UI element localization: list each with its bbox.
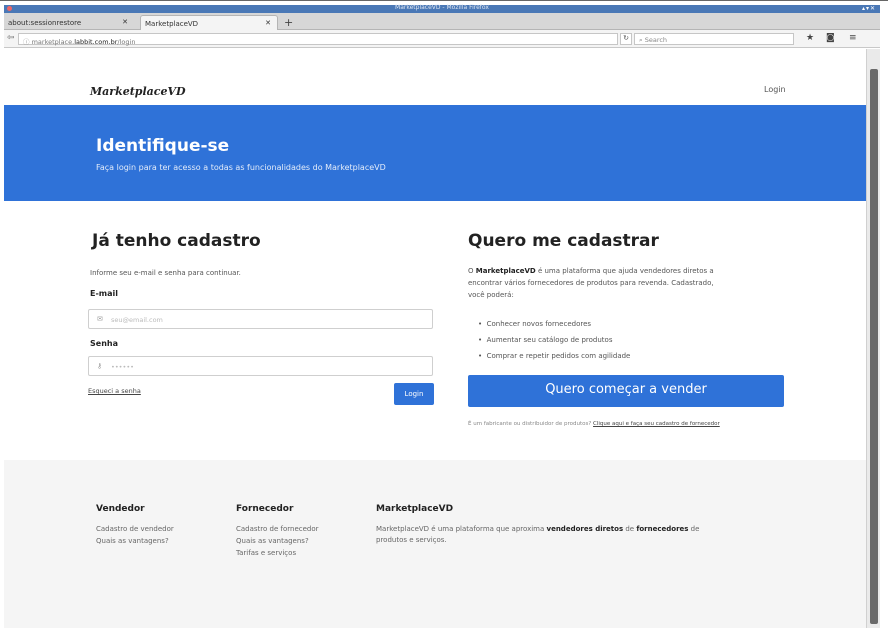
footer-about-text: MarketplaceVD é uma plataforma que aprox… xyxy=(376,524,776,546)
tab-session-restore[interactable]: about:sessionrestore ✕ xyxy=(4,15,134,30)
desc-brand: MarketplaceVD xyxy=(475,267,536,275)
about-bold: fornecedores xyxy=(636,525,689,533)
benefit-item: • Conhecer novos fornecedores xyxy=(478,320,592,328)
browser-window: MarketplaceVD - Mozilla Firefox ▴▾✕ abou… xyxy=(0,0,888,628)
about-text: produtos e serviços. xyxy=(376,536,447,544)
url-bar[interactable]: ⓘ marketplace.labbit.com.br/login xyxy=(18,33,618,46)
header-login-link[interactable]: Login xyxy=(764,85,786,94)
footer-link[interactable]: Quais as vantagens? xyxy=(236,536,309,547)
nav-bar: ⇦ ⓘ marketplace.labbit.com.br/login ↻ ⌕ … xyxy=(4,30,880,48)
back-icon[interactable]: ⇦ xyxy=(7,33,15,43)
site-header: MarketplaceVD Login xyxy=(4,49,866,105)
signup-title: Quero me cadastrar xyxy=(468,231,659,251)
hero-subtitle: Faça login para ter acesso a todas as fu… xyxy=(96,163,386,172)
benefit-item: • Comprar e repetir pedidos com agilidad… xyxy=(478,352,631,360)
about-text: de xyxy=(623,525,637,533)
about-text: MarketplaceVD é uma plataforma que aprox… xyxy=(376,525,547,533)
footer-fornecedor-title: Fornecedor xyxy=(236,504,294,514)
menu-icon[interactable]: ≡ xyxy=(849,33,857,43)
envelope-icon: ✉ xyxy=(97,315,103,323)
site-logo[interactable]: MarketplaceVD xyxy=(90,85,186,98)
title-bar: MarketplaceVD - Mozilla Firefox ▴▾✕ xyxy=(4,4,880,13)
footer-link[interactable]: Quais as vantagens? xyxy=(96,536,169,547)
email-field[interactable]: ✉ seu@email.com xyxy=(88,309,433,329)
search-placeholder: Search xyxy=(644,36,668,44)
page-scrollbar[interactable] xyxy=(866,49,880,628)
web-page: MarketplaceVD Login Identifique-se Faça … xyxy=(4,49,866,628)
about-text: de xyxy=(688,525,700,533)
url-path: /login xyxy=(117,38,136,46)
about-bold: vendedores diretos xyxy=(546,525,624,533)
new-tab-icon[interactable]: + xyxy=(284,16,293,29)
benefit-item: • Aumentar seu catálogo de produtos xyxy=(478,336,613,344)
desc-text: encontrar vários fornecedores de produto… xyxy=(468,279,714,287)
pocket-icon[interactable]: ◙ xyxy=(826,33,835,43)
url-host: labbit.com.br xyxy=(74,38,118,46)
login-title: Já tenho cadastro xyxy=(92,231,261,251)
reload-icon[interactable]: ↻ xyxy=(620,33,632,45)
desc-text: você poderá: xyxy=(468,291,514,299)
password-field[interactable]: ⚷ •••••• xyxy=(88,356,433,376)
url-prefix: marketplace. xyxy=(31,38,75,46)
close-icon[interactable]: ✕ xyxy=(122,18,128,26)
login-button[interactable]: Login xyxy=(394,383,434,405)
search-input[interactable]: ⌕ Search xyxy=(634,33,794,45)
desc-text: O xyxy=(468,267,476,275)
footer-link[interactable]: Tarifas e serviços xyxy=(236,548,296,559)
scroll-thumb[interactable] xyxy=(870,69,878,624)
supplier-signup-link[interactable]: Clique aqui e faça seu cadastro de forne… xyxy=(593,421,720,427)
benefit-text: Conhecer novos fornecedores xyxy=(486,320,592,328)
benefit-text: Comprar e repetir pedidos com agilidade xyxy=(486,352,631,360)
login-intro: Informe seu e-mail e senha para continua… xyxy=(90,269,241,277)
close-icon[interactable]: ✕ xyxy=(265,19,271,27)
window-title: MarketplaceVD - Mozilla Firefox xyxy=(395,4,489,11)
footer-vendedor-title: Vendedor xyxy=(96,504,145,514)
hero-title: Identifique-se xyxy=(96,136,230,156)
window-controls[interactable]: ▴▾✕ xyxy=(862,5,876,12)
key-icon: ⚷ xyxy=(97,362,103,370)
benefit-text: Aumentar seu catálogo de produtos xyxy=(486,336,613,344)
manufacturer-note: É um fabricante ou distribuidor de produ… xyxy=(468,421,720,427)
tab-bar: about:sessionrestore ✕ MarketplaceVD ✕ + xyxy=(4,13,880,30)
bookmark-star-icon[interactable]: ★ xyxy=(806,33,814,43)
tab-label: MarketplaceVD xyxy=(145,20,199,28)
forgot-password-link[interactable]: Esqueci a senha xyxy=(88,387,141,395)
hero-banner: Identifique-se Faça login para ter acess… xyxy=(4,105,866,201)
tab-marketplace[interactable]: MarketplaceVD ✕ xyxy=(140,15,278,30)
tab-label: about:sessionrestore xyxy=(8,19,82,27)
signup-description: O MarketplaceVD é uma plataforma que aju… xyxy=(468,265,788,301)
desc-text: é uma plataforma que ajuda vendedores di… xyxy=(535,267,714,275)
email-label: E-mail xyxy=(90,289,119,298)
manufacturer-text: É um fabricante ou distribuidor de produ… xyxy=(468,421,592,427)
password-label: Senha xyxy=(90,339,118,348)
info-icon[interactable]: ⓘ xyxy=(23,38,32,46)
site-footer: Vendedor Cadastro de vendedor Quais as v… xyxy=(4,460,866,628)
email-placeholder: seu@email.com xyxy=(111,316,163,324)
start-selling-button[interactable]: Quero começar a vender xyxy=(468,375,784,407)
footer-link[interactable]: Cadastro de vendedor xyxy=(96,524,174,535)
footer-marketplace-title: MarketplaceVD xyxy=(376,504,454,514)
footer-link[interactable]: Cadastro de fornecedor xyxy=(236,524,319,535)
password-placeholder: •••••• xyxy=(111,363,135,371)
